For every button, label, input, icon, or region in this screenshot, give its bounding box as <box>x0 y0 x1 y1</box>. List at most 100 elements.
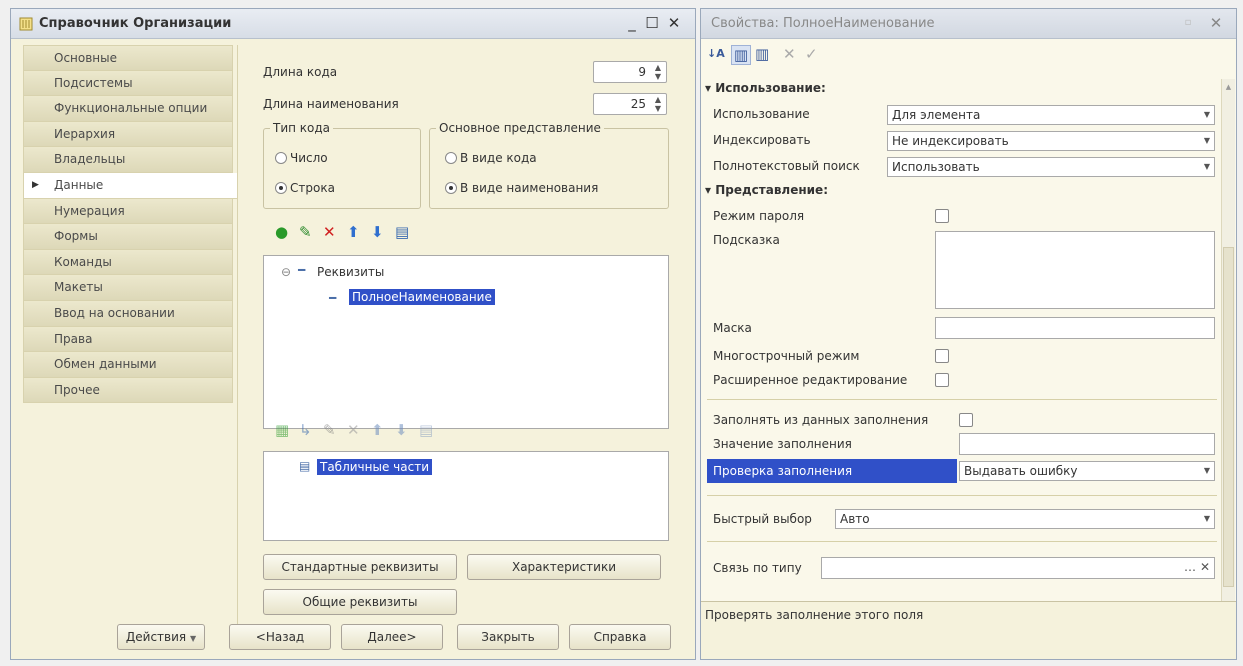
attributes-tree[interactable] <box>263 255 669 429</box>
ellipsis-icon[interactable]: … <box>1184 558 1196 576</box>
password-mode-label: Режим пароля <box>713 209 805 223</box>
chevron-down-icon[interactable]: ▼ <box>1200 106 1214 124</box>
back-button[interactable]: <Назад <box>229 624 331 650</box>
move-up-icon[interactable]: ⬆ <box>347 223 360 241</box>
fill-from-data-label: Заполнять из данных заполнения <box>713 413 929 427</box>
properties-view-icon[interactable]: ▥ <box>755 45 769 63</box>
common-attributes-button[interactable]: Общие реквизиты <box>263 589 457 615</box>
clear-icon[interactable]: ✕ <box>783 45 796 63</box>
right-title-bar[interactable]: Свойства: ПолноеНаименование ▫ ✕ <box>701 9 1236 39</box>
minimize-button[interactable]: _ <box>623 14 641 32</box>
nav-item-podsistemy[interactable]: Подсистемы <box>23 70 233 97</box>
scroll-thumb[interactable] <box>1223 247 1234 587</box>
nav-item-makety[interactable]: Макеты <box>23 275 233 301</box>
edit-icon[interactable]: ✎ <box>323 421 336 439</box>
code-length-value: 9 <box>638 65 646 79</box>
spin-arrows-icon[interactable]: ▲ ▼ <box>651 63 665 81</box>
tooltip-textarea[interactable] <box>935 231 1215 309</box>
description-text: Проверять заполнение этого поля <box>705 608 924 622</box>
usage-label: Использование <box>713 107 810 121</box>
radio-as-code[interactable]: В виде кода <box>445 151 537 165</box>
chevron-down-icon[interactable]: ▼ <box>1200 510 1214 528</box>
chevron-down-icon[interactable]: ▼ <box>1200 132 1214 150</box>
multiline-checkbox[interactable] <box>935 349 949 363</box>
tree-collapse-icon[interactable]: ⊖ <box>281 265 291 279</box>
tabular-parts-root[interactable]: Табличные части <box>317 459 432 475</box>
selected-attribute[interactable]: ПолноеНаименование <box>349 289 495 305</box>
radio-string[interactable]: Строка <box>275 181 335 195</box>
index-value: Не индексировать <box>892 134 1009 148</box>
delete-icon[interactable]: ✕ <box>323 223 336 241</box>
nav-item-prava[interactable]: Права <box>23 326 233 353</box>
quick-choice-select[interactable]: Авто ▼ <box>835 509 1215 529</box>
close-form-button[interactable]: Закрыть <box>457 624 559 650</box>
nav-item-formy[interactable]: Формы <box>23 224 233 250</box>
characteristics-button[interactable]: Характеристики <box>467 554 661 580</box>
nav-item-label: Иерархия <box>54 126 116 141</box>
delete-icon[interactable]: ✕ <box>347 421 360 439</box>
mask-input[interactable] <box>935 317 1215 339</box>
nav-item-osnovnye[interactable]: Основные <box>23 45 233 71</box>
nav-item-obmen-dannymi[interactable]: Обмен данными <box>23 352 233 378</box>
maximize-button[interactable]: ☐ <box>643 14 661 32</box>
nav-item-funkcionalnye-opcii[interactable]: Функциональные опции <box>23 96 233 122</box>
name-length-spinner[interactable]: 25 ▲ ▼ <box>593 93 667 115</box>
fill-check-select[interactable]: Выдавать ошибку ▼ <box>959 461 1215 481</box>
extended-edit-checkbox[interactable] <box>935 373 949 387</box>
fill-check-value: Выдавать ошибку <box>964 464 1078 478</box>
add-icon[interactable]: ● <box>275 223 288 241</box>
sort-alpha-icon[interactable]: ↓A <box>707 45 725 63</box>
move-down-icon[interactable]: ⬇ <box>371 223 384 241</box>
nav-item-prochee[interactable]: Прочее <box>23 377 233 404</box>
close-button[interactable]: ✕ <box>665 14 683 32</box>
nav-item-ierarhiya[interactable]: Иерархия <box>23 121 233 148</box>
nav-item-vladelcy[interactable]: Владельцы <box>23 147 233 173</box>
sort-icon[interactable]: ▤ <box>419 421 433 439</box>
sort-icon[interactable]: ▤ <box>395 223 409 241</box>
right-window-title: Свойства: ПолноеНаименование <box>711 16 935 31</box>
move-up-icon[interactable]: ⬆ <box>371 421 384 439</box>
spin-arrows-icon[interactable]: ▲ ▼ <box>651 95 665 113</box>
next-button[interactable]: Далее> <box>341 624 443 650</box>
check-icon[interactable]: ✓ <box>805 45 818 63</box>
index-select[interactable]: Не индексировать ▼ <box>887 131 1215 151</box>
fulltext-select[interactable]: Использовать ▼ <box>887 157 1215 177</box>
fill-value-input[interactable] <box>959 433 1215 455</box>
close-panel-button[interactable]: ✕ <box>1207 14 1225 32</box>
radio-as-name[interactable]: В виде наименования <box>445 181 598 195</box>
left-title-bar[interactable]: Справочник Организации _ ☐ ✕ <box>11 9 695 39</box>
add-table-icon[interactable]: ▦ <box>275 421 289 439</box>
description-panel: Проверять заполнение этого поля <box>701 601 1236 659</box>
categorized-view-icon[interactable]: ▥ <box>731 45 751 65</box>
add-child-icon[interactable]: ↳ <box>299 421 312 439</box>
clear-x-icon[interactable]: ✕ <box>1200 558 1210 576</box>
properties-toolbar: ↓A ▥ ▥ ✕ ✓ <box>707 45 907 71</box>
edit-icon[interactable]: ✎ <box>299 223 312 241</box>
move-down-icon[interactable]: ⬇ <box>395 421 408 439</box>
type-link-input[interactable]: … ✕ <box>821 557 1215 579</box>
fill-from-data-checkbox[interactable] <box>959 413 973 427</box>
presentation-section-header[interactable]: ▾ Представление: <box>705 183 828 197</box>
nav-item-label: Данные <box>54 177 104 192</box>
nav-item-vvod-na-osnovanii[interactable]: Ввод на основании <box>23 300 233 327</box>
properties-scrollbar[interactable]: ▲ <box>1221 79 1235 601</box>
nav-item-komandy[interactable]: Команды <box>23 249 233 276</box>
divider <box>707 399 1217 400</box>
chevron-down-icon[interactable]: ▼ <box>1200 158 1214 176</box>
pin-icon[interactable]: ▫ <box>1179 14 1197 32</box>
actions-button[interactable]: Действия ▼ <box>117 624 205 650</box>
nav-item-label: Функциональные опции <box>54 101 208 116</box>
usage-section-header[interactable]: ▾ Использование: <box>705 81 826 95</box>
password-mode-checkbox[interactable] <box>935 209 949 223</box>
help-button[interactable]: Справка <box>569 624 671 650</box>
nav-item-dannye[interactable]: ▶ Данные <box>23 172 237 199</box>
code-length-spinner[interactable]: 9 ▲ ▼ <box>593 61 667 83</box>
fill-check-label: Проверка заполнения <box>713 464 853 478</box>
scroll-up-icon[interactable]: ▲ <box>1222 83 1235 91</box>
standard-attributes-button[interactable]: Стандартные реквизиты <box>263 554 457 580</box>
usage-select[interactable]: Для элемента ▼ <box>887 105 1215 125</box>
chevron-down-icon[interactable]: ▼ <box>1200 462 1214 480</box>
radio-number[interactable]: Число <box>275 151 328 165</box>
nav-item-label: Нумерация <box>54 203 125 218</box>
nav-item-numeraciya[interactable]: Нумерация <box>23 198 233 225</box>
